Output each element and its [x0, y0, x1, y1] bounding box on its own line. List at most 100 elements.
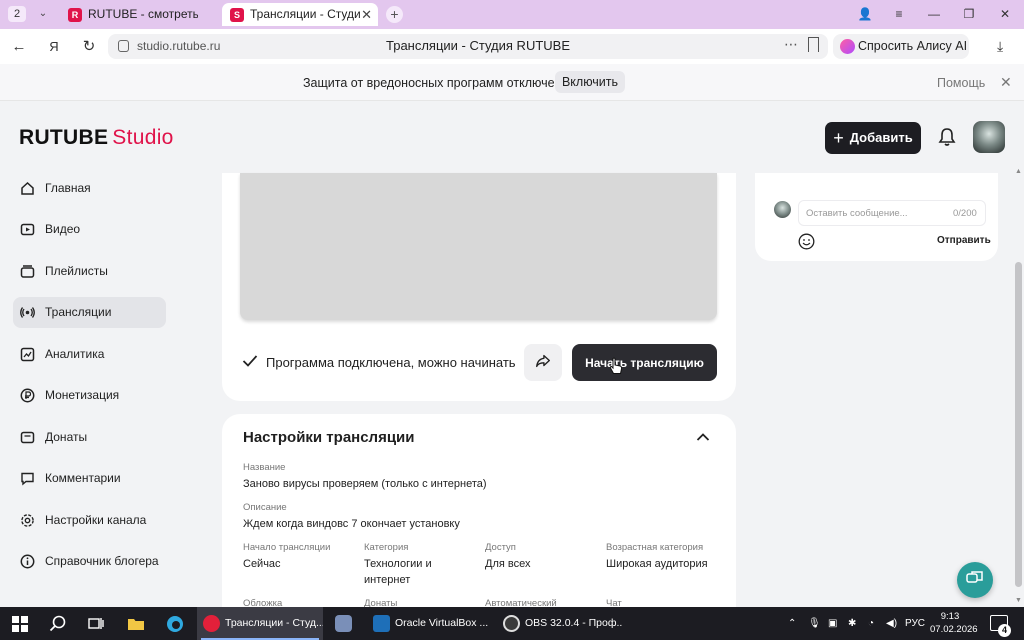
scroll-up-icon[interactable]: ▲	[1015, 168, 1022, 175]
chevron-up-icon[interactable]	[696, 431, 710, 443]
close-window-icon[interactable]: ✕	[996, 6, 1014, 22]
home-icon	[21, 181, 34, 195]
sidebar-item-playlists[interactable]: Плейлисты	[13, 256, 166, 287]
broadcast-icon	[20, 307, 35, 318]
stream-settings-card: Настройки трансляции Название Заново вир…	[222, 414, 736, 614]
vm-window-icon	[335, 615, 352, 632]
taskbar-app-vm[interactable]	[329, 607, 363, 640]
taskbar-app-label: OBS 32.0.4 - Проф...	[525, 617, 623, 629]
sidebar-item-blogger-guide[interactable]: Справочник блогера	[13, 546, 166, 577]
tray-overflow-icon[interactable]: ⌃	[788, 607, 796, 640]
url-field[interactable]: studio.rutube.ru Трансляции - Студия RUT…	[108, 34, 828, 59]
tab-title: Трансляции - Студия R	[250, 7, 360, 21]
clock-date: 07.02.2026	[930, 624, 978, 635]
system-clock[interactable]: 9:13 07.02.2026	[930, 610, 978, 636]
video-icon	[20, 223, 35, 236]
task-view-icon[interactable]	[86, 614, 106, 634]
sidebar-item-label: Главная	[45, 181, 91, 195]
sidebar-item-video[interactable]: Видео	[13, 214, 166, 245]
windows-taskbar: Трансляции - Студ... Oracle VirtualBox .…	[0, 607, 1024, 640]
sidebar-item-donations[interactable]: Донаты	[13, 422, 166, 453]
address-bar: ← Я ↻ studio.rutube.ru Трансляции - Студ…	[0, 29, 1024, 64]
emoji-icon[interactable]	[798, 233, 815, 250]
sidebar-item-monetization[interactable]: Монетизация	[13, 380, 166, 411]
browser-tab-studio[interactable]: S Трансляции - Студия R ✕	[222, 3, 378, 26]
sidebar: Главная Видео Плейлисты Трансляции Анали…	[0, 173, 200, 607]
windows-start-icon[interactable]	[10, 614, 30, 634]
start-stream-button[interactable]: Начать трансляцию	[572, 344, 717, 381]
alice-label: Спросить Алису AI	[858, 39, 968, 53]
tabs-dropdown-icon[interactable]: ⌄	[34, 6, 52, 22]
sidebar-item-home[interactable]: Главная	[13, 173, 166, 204]
add-label: Добавить	[849, 129, 913, 145]
search-icon[interactable]	[48, 614, 68, 634]
share-button[interactable]	[524, 344, 562, 381]
browser-tab-rutube[interactable]: R RUTUBE - смотреть виде	[60, 3, 216, 26]
sidebar-item-label: Аналитика	[45, 347, 105, 361]
camera-icon[interactable]: ▣	[828, 607, 837, 640]
menu-icon[interactable]: ≡	[890, 6, 908, 22]
volume-icon[interactable]: ◀)	[886, 607, 897, 640]
download-icon[interactable]: ⤓	[997, 38, 1003, 55]
studio-header: RUTUBE Studio + Добавить	[0, 101, 1024, 173]
profile-icon[interactable]: 👤	[856, 6, 874, 22]
close-tab-icon[interactable]: ✕	[361, 3, 372, 26]
tab-count-badge[interactable]: 2	[8, 6, 26, 22]
sidebar-item-channel-settings[interactable]: Настройки канала	[13, 505, 166, 536]
virtualbox-icon	[373, 615, 390, 632]
age-rating-label: Возрастная категория	[606, 542, 704, 553]
scroll-down-icon[interactable]: ▼	[1015, 597, 1022, 604]
notifications-count: 4	[998, 624, 1011, 637]
add-button[interactable]: + Добавить	[825, 122, 921, 154]
tab-title: RUTUBE - смотреть виде	[88, 7, 198, 21]
bluetooth-icon[interactable]: ✱	[848, 607, 856, 640]
user-avatar[interactable]	[973, 121, 1005, 153]
bell-icon[interactable]	[937, 127, 957, 147]
scrollbar-thumb[interactable]	[1015, 262, 1022, 587]
taskbar-app-virtualbox[interactable]: Oracle VirtualBox ...	[367, 607, 493, 640]
taskbar-app-obs[interactable]: OBS 32.0.4 - Проф...	[497, 607, 623, 640]
studio-favicon-icon: S	[230, 8, 244, 22]
yandex-icon[interactable]: Я	[45, 38, 63, 56]
chat-avatar	[774, 201, 791, 218]
enable-protection-button[interactable]: Включить	[555, 71, 625, 93]
taskbar-app-browser[interactable]: Трансляции - Студ...	[197, 607, 323, 640]
sidebar-item-broadcasts[interactable]: Трансляции	[13, 297, 166, 328]
comment-icon	[21, 472, 34, 486]
sidebar-item-label: Справочник блогера	[45, 554, 159, 568]
browser-tab-strip: 2 ⌄ R RUTUBE - смотреть виде S Трансляци…	[0, 0, 1024, 29]
new-tab-button[interactable]: +	[386, 6, 403, 23]
rutube-favicon-icon: R	[68, 8, 82, 22]
network-icon[interactable]: ◔	[868, 607, 874, 640]
settings-title: Настройки трансляции	[243, 429, 415, 446]
chat-char-counter: 0/200	[953, 208, 977, 219]
sidebar-item-comments[interactable]: Комментарии	[13, 463, 166, 494]
sidebar-item-analytics[interactable]: Аналитика	[13, 339, 166, 370]
start-time-label: Начало трансляции	[243, 542, 331, 553]
ask-alice-button[interactable]: Спросить Алису AI	[833, 34, 969, 59]
microphone-icon[interactable]: 🎙	[808, 607, 821, 640]
donate-icon	[20, 431, 35, 444]
edge-icon[interactable]	[165, 614, 185, 634]
bookmark-icon[interactable]	[808, 37, 819, 52]
ruble-icon	[20, 388, 35, 403]
reload-icon[interactable]: ↻	[80, 38, 98, 56]
restore-icon[interactable]: ❐	[960, 6, 978, 22]
info-icon	[20, 554, 35, 569]
language-indicator[interactable]: РУС	[905, 607, 925, 640]
video-preview[interactable]	[240, 173, 717, 320]
help-link[interactable]: Помощь	[937, 76, 985, 90]
page-title: Трансляции - Студия RUTUBE	[386, 38, 570, 53]
start-time-value: Сейчас	[243, 558, 281, 570]
back-icon[interactable]: ←	[10, 38, 28, 56]
file-explorer-icon[interactable]	[126, 614, 146, 634]
send-message-button[interactable]: Отправить	[937, 235, 991, 246]
name-label: Название	[243, 462, 286, 473]
rutube-studio-logo[interactable]: RUTUBE Studio	[19, 126, 174, 150]
support-chat-button[interactable]	[957, 562, 993, 598]
url-text: studio.rutube.ru	[137, 39, 221, 53]
minimize-icon[interactable]: —	[925, 6, 943, 22]
close-infobar-icon[interactable]: ✕	[1000, 74, 1012, 91]
more-icon[interactable]: ⋯	[784, 36, 798, 53]
playlist-icon	[20, 265, 35, 278]
